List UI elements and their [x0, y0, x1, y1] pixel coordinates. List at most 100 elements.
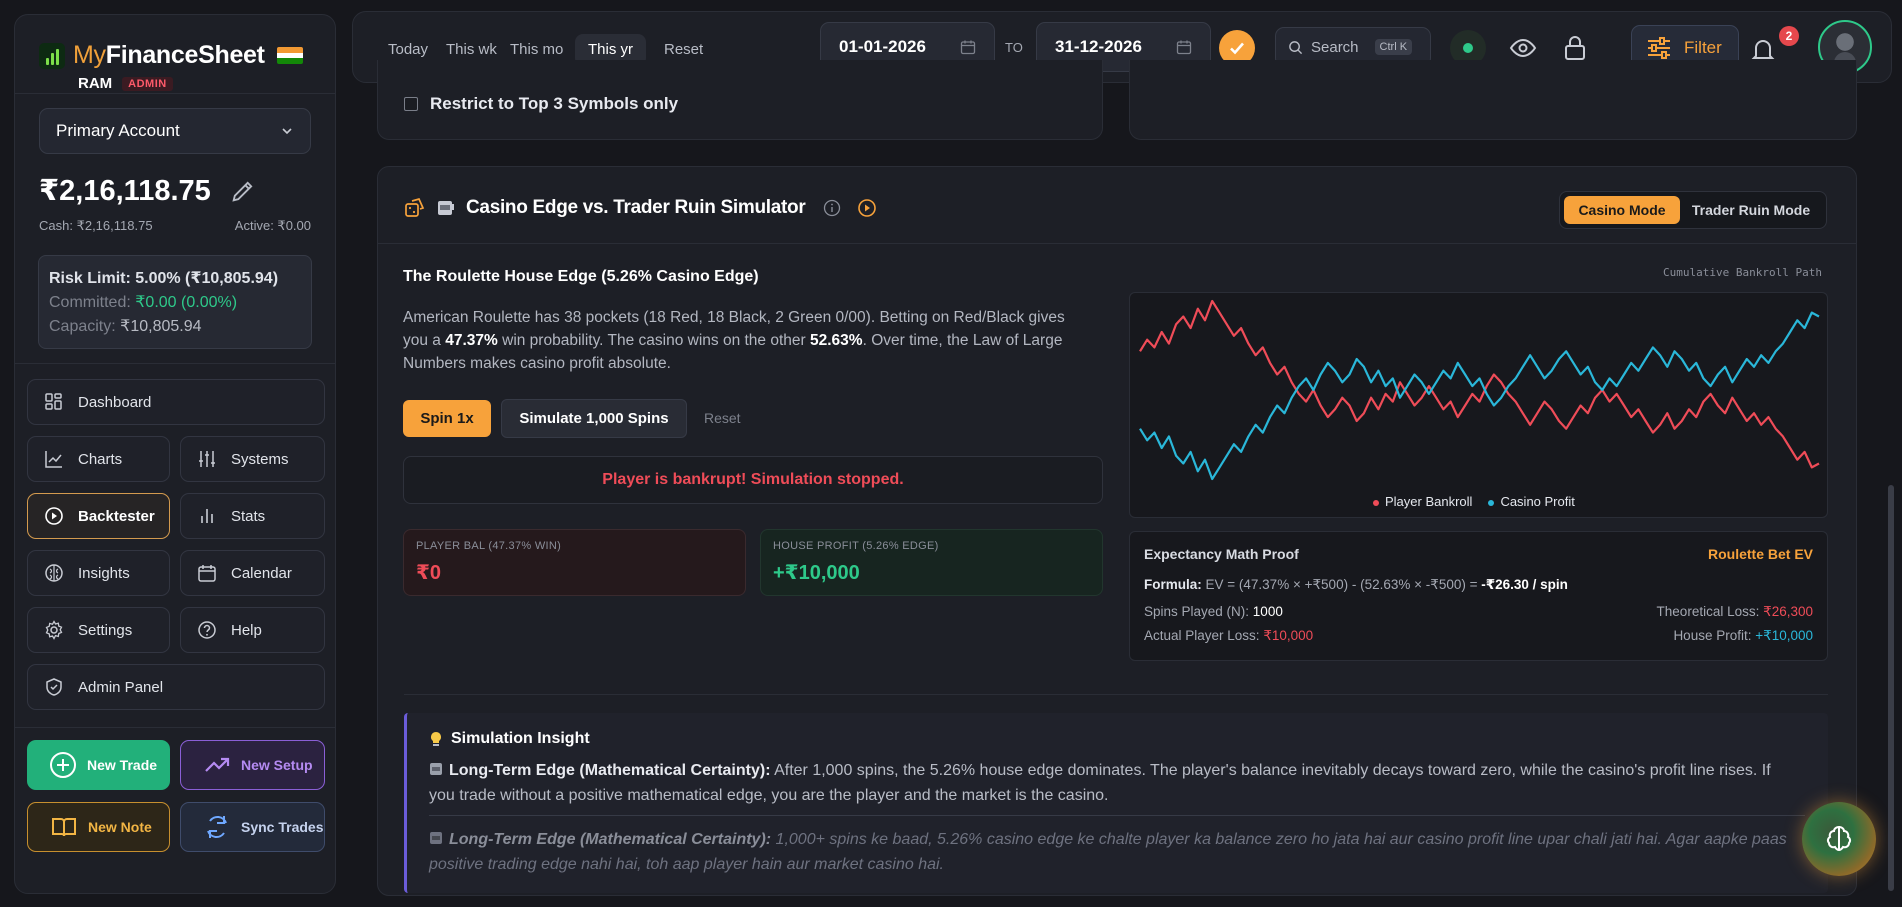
- ai-assistant-button[interactable]: [1802, 802, 1876, 876]
- bankroll-chart: [1129, 292, 1828, 518]
- sidebar-item-stats[interactable]: Stats: [180, 493, 325, 539]
- sync-trades-label: Sync Trades: [241, 819, 324, 835]
- simulation-status-message: Player is bankrupt! Simulation stopped.: [403, 456, 1103, 504]
- divider: [15, 363, 335, 364]
- reset-simulation-link[interactable]: Reset: [704, 410, 741, 426]
- sidebar-item-insights[interactable]: Insights: [27, 550, 170, 596]
- sidebar-item-label: Settings: [78, 621, 133, 639]
- divider: [15, 727, 335, 728]
- dice-icon: [405, 197, 425, 217]
- check-icon: [1230, 42, 1244, 55]
- shield-check-icon: [46, 678, 62, 696]
- expectancy-proof: Expectancy Math Proof Roulette Bet EV Fo…: [1129, 531, 1828, 661]
- date-to-value: 31-12-2026: [1055, 37, 1142, 56]
- sidebar-item-admin-panel[interactable]: Admin Panel: [27, 664, 325, 710]
- sidebar-item-label: Insights: [78, 564, 130, 582]
- insight-english: Long-Term Edge (Mathematical Certainty):…: [429, 762, 1771, 804]
- new-note-label: New Note: [88, 819, 152, 835]
- committed-row: Committed: ₹0.00 (0.00%): [49, 294, 238, 311]
- chevron-down-icon: [282, 128, 292, 135]
- refresh-icon: [207, 816, 227, 838]
- sidebar-item-label: Calendar: [231, 564, 292, 582]
- proof-row-1: Spins Played (N): 1000 Theoretical Loss:…: [1144, 604, 1813, 620]
- bar-chart-icon: [201, 509, 213, 523]
- simulate-1000-button[interactable]: Simulate 1,000 Spins: [501, 399, 687, 438]
- brand-logo[interactable]: MyFinanceSheet: [39, 41, 303, 70]
- sidebar-item-charts[interactable]: Charts: [27, 436, 170, 482]
- sidebar-item-label: Charts: [78, 450, 123, 468]
- info-icon[interactable]: [823, 199, 841, 217]
- bankroll-chart-svg: [1139, 299, 1820, 481]
- sidebar-item-backtester[interactable]: Backtester: [27, 493, 170, 539]
- new-trade-button[interactable]: New Trade: [27, 740, 170, 790]
- sidebar-item-help[interactable]: Help: [180, 607, 325, 653]
- risk-summary: Risk Limit: 5.00% (₹10,805.94) Committed…: [38, 255, 312, 349]
- notification-badge: 2: [1779, 26, 1799, 46]
- casino-mode-button[interactable]: Casino Mode: [1564, 196, 1680, 224]
- new-setup-label: New Setup: [241, 757, 313, 773]
- legend-casino-profit: Casino Profit: [1488, 494, 1575, 509]
- calendar-icon: [1176, 40, 1192, 55]
- date-range-to-label: TO: [1005, 40, 1023, 55]
- role-badge: ADMIN: [122, 76, 173, 91]
- edit-pencil-icon[interactable]: [229, 177, 257, 205]
- chart-logo-icon: [39, 42, 65, 69]
- cash-row: Cash: ₹2,16,118.75 Active: ₹0.00: [39, 218, 311, 234]
- proof-ev-label: Roulette Bet EV: [1707, 546, 1813, 562]
- sync-trades-button[interactable]: Sync Trades: [180, 802, 325, 852]
- trending-up-icon: [205, 757, 230, 772]
- sidebar-item-settings[interactable]: Settings: [27, 607, 170, 653]
- balance-row: ₹2,16,118.75: [39, 173, 257, 208]
- trader-ruin-mode-button[interactable]: Trader Ruin Mode: [1680, 196, 1822, 224]
- house-profit-value: +₹10,000: [773, 562, 860, 584]
- sidebar: MyFinanceSheet RAM ADMIN Primary Account…: [14, 14, 336, 894]
- user-info: RAM ADMIN: [78, 75, 173, 92]
- line-chart-icon: [45, 451, 62, 468]
- player-balance-card: PLAYER BAL (47.37% WIN) ₹0: [403, 529, 746, 596]
- proof-formula: Formula: EV = (47.37% × +₹500) - (52.63%…: [1144, 577, 1568, 592]
- filter-sliders-icon: [1648, 37, 1670, 59]
- search-placeholder: Search: [1311, 38, 1359, 56]
- legend-player-bankroll: Player Bankroll: [1373, 494, 1472, 509]
- mode-toggle: Casino Mode Trader Ruin Mode: [1559, 191, 1827, 229]
- slot-machine-icon: [430, 763, 442, 775]
- play-tutorial-icon[interactable]: [857, 198, 877, 218]
- sidebar-item-dashboard[interactable]: Dashboard: [27, 379, 325, 425]
- series-line-player-bankroll: [1139, 299, 1820, 469]
- user-name: RAM: [78, 75, 113, 92]
- house-profit-total: House Profit: +₹10,000: [1673, 628, 1813, 643]
- simulation-subtitle: The Roulette House Edge (5.26% Casino Ed…: [403, 268, 759, 285]
- account-select[interactable]: Primary Account: [39, 108, 311, 154]
- new-setup-button[interactable]: New Setup: [180, 740, 325, 790]
- sidebar-item-label: Dashboard: [78, 393, 152, 411]
- chart-title: Cumulative Bankroll Path: [1663, 266, 1822, 279]
- brain-icon: [45, 564, 63, 582]
- sidebar-item-calendar[interactable]: Calendar: [180, 550, 325, 596]
- sliders-icon: [199, 451, 215, 467]
- account-select-value: Primary Account: [56, 121, 180, 140]
- sidebar-item-label: Help: [231, 621, 262, 639]
- spin-once-button[interactable]: Spin 1x: [403, 400, 491, 437]
- player-balance-value: ₹0: [416, 562, 442, 584]
- date-from-value: 01-01-2026: [839, 37, 926, 56]
- restrict-top3-option[interactable]: Restrict to Top 3 Symbols only: [404, 94, 678, 114]
- divider: [15, 93, 335, 94]
- simulator-title: Casino Edge vs. Trader Ruin Simulator: [466, 197, 806, 218]
- brand-name: MyFinanceSheet: [73, 41, 265, 69]
- slot-machine-icon: [438, 201, 454, 215]
- plus-circle-icon: [50, 752, 76, 778]
- brain-icon: [1826, 825, 1852, 852]
- restrict-top3-checkbox[interactable]: [404, 97, 418, 111]
- page-scrollbar[interactable]: [1888, 485, 1894, 891]
- capacity-row: Capacity: ₹10,805.94: [49, 318, 202, 335]
- theoretical-loss: Theoretical Loss: ₹26,300: [1656, 604, 1813, 619]
- status-dot-icon: [1463, 43, 1473, 53]
- active-value: Active: ₹0.00: [234, 218, 311, 233]
- sidebar-item-systems[interactable]: Systems: [180, 436, 325, 482]
- actual-player-loss: Actual Player Loss: ₹10,000: [1144, 628, 1314, 643]
- book-open-icon: [52, 818, 76, 837]
- proof-title: Expectancy Math Proof: [1144, 546, 1299, 562]
- new-note-button[interactable]: New Note: [27, 802, 170, 852]
- calendar-icon: [960, 40, 976, 55]
- play-circle-icon: [45, 507, 63, 525]
